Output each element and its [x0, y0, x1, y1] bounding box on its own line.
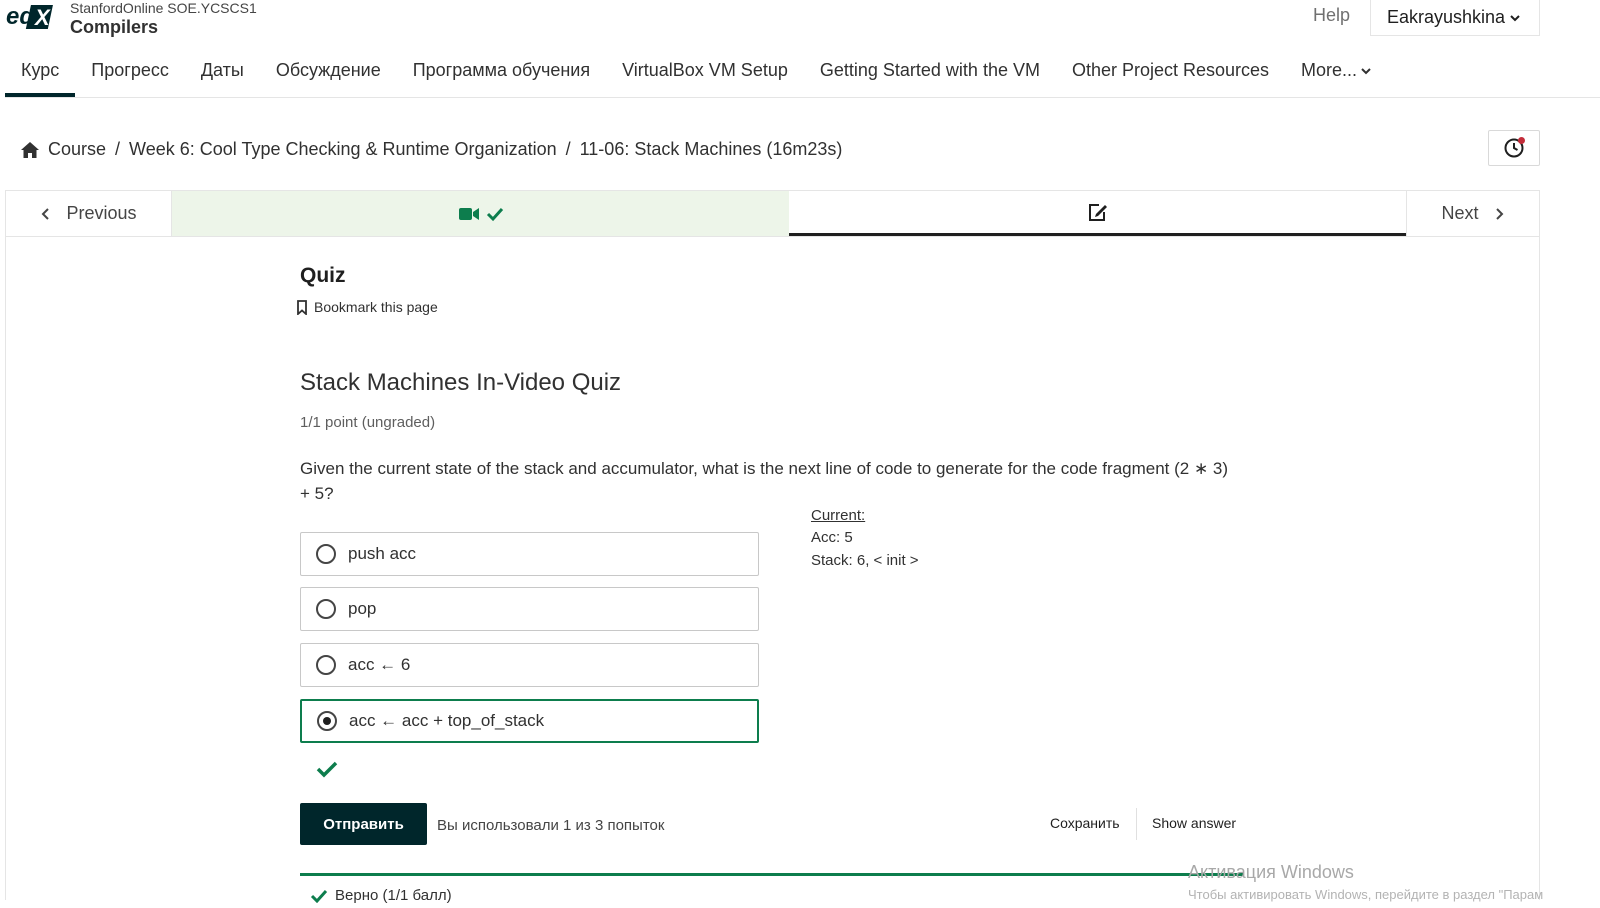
edit-icon	[1088, 204, 1107, 221]
sequence-nav: Previous Next	[5, 190, 1540, 237]
tab-project-resources[interactable]: Other Project Resources	[1056, 50, 1285, 97]
tab-getting-started-vm[interactable]: Getting Started with the VM	[804, 50, 1056, 97]
unit-title: Quiz	[300, 264, 346, 287]
breadcrumb-separator: /	[115, 139, 121, 159]
show-answer-button[interactable]: Show answer	[1152, 815, 1236, 831]
feedback-divider	[300, 873, 1244, 876]
windows-activation-title: Активация Windows	[1188, 862, 1354, 882]
tab-discussion[interactable]: Обсуждение	[260, 50, 397, 97]
radio-button[interactable]	[316, 655, 336, 675]
current-stack: Stack: 6, < init >	[811, 552, 919, 569]
radio-button[interactable]	[316, 599, 336, 619]
tab-course[interactable]: Курс	[5, 50, 76, 97]
bookmark-button[interactable]: Bookmark this page	[296, 299, 438, 315]
answer-option-pop[interactable]: pop	[300, 587, 759, 631]
chevron-left-icon	[42, 207, 50, 220]
problem-question: Given the current state of the stack and…	[300, 459, 1229, 503]
breadcrumb-separator: /	[565, 139, 571, 159]
next-button[interactable]: Next	[1406, 191, 1539, 236]
problem-title: Stack Machines In-Video Quiz	[300, 369, 622, 396]
radio-button[interactable]	[316, 544, 336, 564]
answer-option-acc-6[interactable]: acc ← 6	[300, 643, 759, 687]
check-icon	[486, 207, 503, 221]
svg-text:X: X	[33, 5, 51, 30]
help-link[interactable]: Help	[1313, 5, 1350, 26]
breadcrumb-lesson[interactable]: 11-06: Stack Machines (16m23s)	[580, 139, 843, 160]
chevron-right-icon	[1495, 207, 1503, 220]
feedback-text: Верно (1/1 балл)	[335, 887, 452, 904]
video-camera-icon	[458, 207, 479, 220]
breadcrumb: Course / Week 6: Cool Type Checking & Ru…	[20, 139, 842, 160]
tab-dates[interactable]: Даты	[185, 50, 260, 97]
notifications-button[interactable]	[1488, 130, 1540, 166]
correct-check-icon	[316, 760, 338, 783]
chevron-down-icon	[1510, 14, 1520, 21]
user-menu-button[interactable]: Eakrayushkina	[1370, 0, 1540, 36]
course-title: Compilers	[70, 17, 159, 37]
home-icon	[20, 141, 40, 159]
answer-option-push-acc[interactable]: push acc	[300, 532, 759, 576]
course-tabs: Курс Прогресс Даты Обсуждение Программа …	[5, 50, 1600, 98]
save-button[interactable]: Сохранить	[1050, 815, 1120, 831]
feedback-check-icon	[310, 889, 328, 908]
sequence-unit-video[interactable]	[172, 191, 789, 236]
course-org: StanfordOnline SOE.YCSCS1	[70, 0, 257, 16]
breadcrumb-week[interactable]: Week 6: Cool Type Checking & Runtime Org…	[129, 139, 557, 160]
current-acc: Acc: 5	[811, 529, 853, 546]
breadcrumb-course[interactable]: Course	[48, 139, 106, 160]
edx-logo[interactable]: ed X	[5, 0, 55, 32]
sequence-unit-problem[interactable]	[789, 191, 1406, 236]
tab-virtualbox-setup[interactable]: VirtualBox VM Setup	[606, 50, 804, 97]
tab-progress[interactable]: Прогресс	[75, 50, 185, 97]
answer-option-acc-plus-top[interactable]: acc ← acc + top_of_stack	[300, 699, 759, 743]
notification-dot	[1518, 137, 1525, 144]
attempts-text: Вы использовали 1 из 3 попыток	[437, 817, 665, 834]
radio-button-selected[interactable]	[317, 711, 337, 731]
user-name: Eakrayushkina	[1387, 7, 1506, 27]
previous-button[interactable]: Previous	[6, 191, 172, 236]
bookmark-icon	[297, 299, 307, 315]
tab-syllabus[interactable]: Программа обучения	[397, 50, 606, 97]
tab-more[interactable]: More...	[1285, 50, 1388, 97]
action-divider	[1136, 808, 1137, 840]
current-state-heading: Current:	[811, 507, 866, 524]
submit-button[interactable]: Отправить	[300, 803, 427, 845]
chevron-down-icon	[1361, 68, 1371, 75]
unit-container	[5, 237, 1540, 900]
problem-points: 1/1 point (ungraded)	[300, 414, 436, 431]
